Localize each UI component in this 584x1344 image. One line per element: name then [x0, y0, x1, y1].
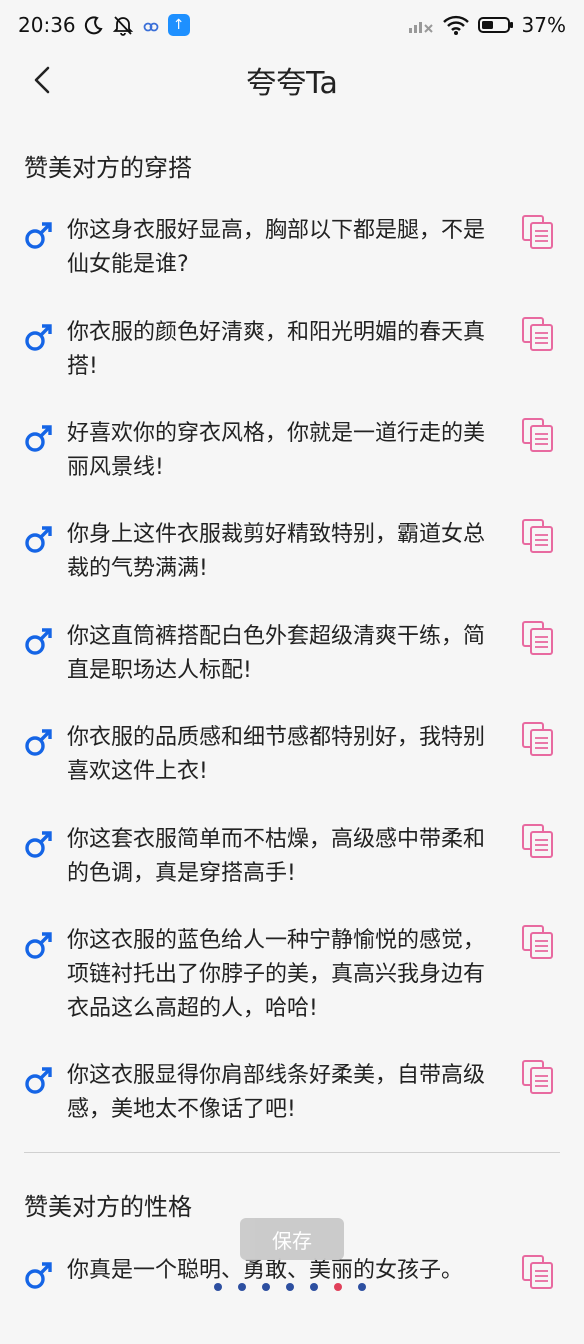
- compliment-text: 你这衣服的蓝色给人一种宁静愉悦的感觉，项链衬托出了你脖子的美，真高兴我身边有衣品…: [67, 928, 486, 1021]
- back-button[interactable]: [22, 60, 62, 100]
- page-dot[interactable]: [238, 1283, 246, 1291]
- copy-icon[interactable]: [521, 214, 555, 250]
- compliment-text: 你这套衣服简单而不枯燥，高级感中带柔和的色调，真是穿搭高手!: [67, 827, 486, 886]
- male-icon: [25, 729, 52, 756]
- copy-icon[interactable]: [521, 316, 555, 352]
- copy-icon[interactable]: [521, 620, 555, 656]
- male-icon: [25, 324, 52, 351]
- compliment-text: 你这身衣服好显高，胸部以下都是腿，不是仙女能是谁?: [67, 218, 486, 277]
- list-item: 你衣服的颜色好清爽，和阳光明媚的春天真搭!: [0, 316, 584, 406]
- male-icon: [25, 425, 52, 452]
- compliment-text: 你衣服的品质感和细节感都特别好，我特别喜欢这件上衣!: [67, 725, 486, 784]
- male-icon: [25, 222, 52, 249]
- page-dot-active[interactable]: [334, 1283, 342, 1291]
- copy-icon[interactable]: [521, 924, 555, 960]
- header: 夸夸Ta: [0, 50, 584, 110]
- status-bar: 20:36 ↑ 37%: [0, 0, 584, 50]
- copy-icon[interactable]: [521, 1254, 555, 1290]
- upload-app-icon: ↑: [167, 14, 190, 36]
- page-dot[interactable]: [286, 1283, 294, 1291]
- status-right: 37%: [408, 13, 566, 37]
- list-item: 你这直筒裤搭配白色外套超级清爽干练，简直是职场达人标配!: [0, 620, 584, 710]
- section-title-outfit: 赞美对方的穿搭: [24, 154, 192, 182]
- moon-icon: [84, 15, 104, 35]
- page-dot[interactable]: [262, 1283, 270, 1291]
- copy-icon[interactable]: [521, 823, 555, 859]
- list-item: 你这衣服的蓝色给人一种宁静愉悦的感觉，项链衬托出了你脖子的美，真高兴我身边有衣品…: [0, 924, 584, 1044]
- cellular-signal-icon: [408, 16, 434, 34]
- male-icon: [25, 1067, 52, 1094]
- page-dot[interactable]: [214, 1283, 222, 1291]
- wifi-icon: [442, 14, 470, 36]
- copy-icon[interactable]: [521, 721, 555, 757]
- male-icon: [25, 1262, 52, 1289]
- copy-icon[interactable]: [521, 518, 555, 554]
- save-button[interactable]: 保存: [240, 1218, 344, 1260]
- page-dot[interactable]: [358, 1283, 366, 1291]
- section-title-personality: 赞美对方的性格: [24, 1193, 192, 1221]
- male-icon: [25, 526, 52, 553]
- list-item: 好喜欢你的穿衣风格，你就是一道行走的美丽风景线!: [0, 417, 584, 507]
- compliment-text: 你这直筒裤搭配白色外套超级清爽干练，简直是职场达人标配!: [67, 624, 486, 683]
- page-indicator: [214, 1283, 366, 1291]
- chevron-left-icon: [34, 66, 50, 94]
- compliment-text: 你这衣服显得你肩部线条好柔美，自带高级感，美地太不像话了吧!: [67, 1063, 486, 1122]
- list-item: 你这衣服显得你肩部线条好柔美，自带高级感，美地太不像话了吧!: [0, 1059, 584, 1149]
- list-item: 你真是一个聪明、勇敢、美丽的女孩子。: [0, 1254, 584, 1344]
- compliment-text: 你衣服的颜色好清爽，和阳光明媚的春天真搭!: [67, 320, 486, 379]
- page-title: 夸夸Ta: [246, 66, 338, 101]
- status-left: 20:36 ↑: [18, 13, 190, 37]
- link-app-icon: [142, 16, 160, 34]
- list-item: 你身上这件衣服裁剪好精致特别，霸道女总裁的气势满满!: [0, 518, 584, 608]
- battery-icon: [477, 15, 514, 35]
- page-dot[interactable]: [310, 1283, 318, 1291]
- list-item: 你衣服的品质感和细节感都特别好，我特别喜欢这件上衣!: [0, 721, 584, 811]
- male-icon: [25, 831, 52, 858]
- list-item: 你这身衣服好显高，胸部以下都是腿，不是仙女能是谁?: [0, 214, 584, 304]
- male-icon: [25, 932, 52, 959]
- compliment-text: 你身上这件衣服裁剪好精致特别，霸道女总裁的气势满满!: [67, 522, 486, 581]
- copy-icon[interactable]: [521, 417, 555, 453]
- battery-percent: 37%: [521, 13, 566, 37]
- male-icon: [25, 628, 52, 655]
- bell-off-icon: [112, 14, 134, 36]
- copy-icon[interactable]: [521, 1059, 555, 1095]
- status-time: 20:36: [18, 13, 76, 37]
- section-divider: [24, 1152, 560, 1153]
- list-item: 你这套衣服简单而不枯燥，高级感中带柔和的色调，真是穿搭高手!: [0, 823, 584, 913]
- compliment-text: 好喜欢你的穿衣风格，你就是一道行走的美丽风景线!: [67, 421, 486, 480]
